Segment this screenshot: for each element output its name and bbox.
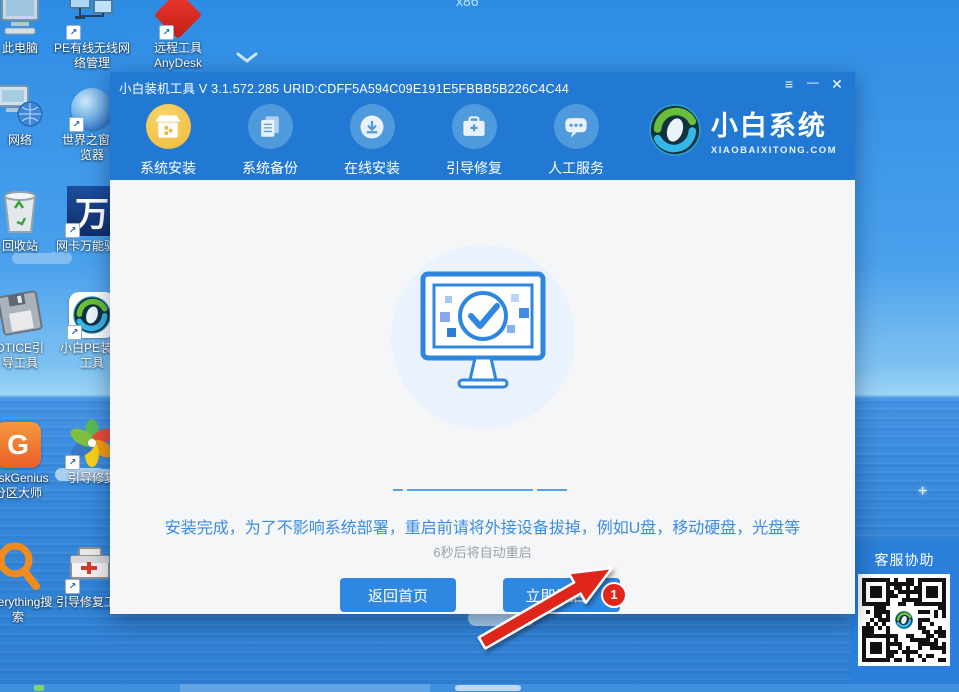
nav-tab-live-support[interactable]: 人工服务 <box>530 104 622 178</box>
xiaobai-logo-icon <box>649 104 701 156</box>
nav-tab-label: 在线安装 <box>344 158 400 178</box>
shortcut-arrow-icon: ↗ <box>65 223 80 238</box>
sparkle-shape: + <box>918 483 927 501</box>
nav-tab-label: 系统安装 <box>140 158 196 178</box>
taskbar[interactable] <box>0 684 959 692</box>
logo-subtitle: XIAOBAIXITONG.COM <box>711 145 837 156</box>
nav-tab-label: 系统备份 <box>242 158 298 178</box>
window-content: 安装完成，为了不影响系统部署，重启前请将外接设备拔掉，例如U盘，移动硬盘，光盘等… <box>110 180 855 614</box>
floppy-disk-icon <box>0 288 45 338</box>
nav-tab-online-install[interactable]: 在线安装 <box>326 104 418 178</box>
window-header: 小白装机工具 V 3.1.572.285 URID:CDFF5A594C09E1… <box>110 72 855 180</box>
minimize-icon[interactable]: — <box>803 74 823 94</box>
nav-tab-system-install[interactable]: 系统安装 <box>122 104 214 178</box>
shortcut-arrow-icon: ↗ <box>66 25 81 40</box>
magnifier-icon <box>0 542 43 592</box>
nav-tab-label: 引导修复 <box>446 158 502 178</box>
desktop-icon-label: DiskGenius 分区大师 <box>0 471 49 501</box>
taskbar-button <box>455 685 521 691</box>
download-icon <box>350 104 395 149</box>
desktop-icon-label: 此电脑 <box>2 41 38 56</box>
desktop: x86 + 此电脑 ↗ PE有线无线网 络管理 ↗ 远程工具 AnyDesk <box>0 0 959 692</box>
shortcut-arrow-icon: ↗ <box>159 25 174 40</box>
desktop-icon-label: 引导修复 <box>68 471 116 486</box>
shortcut-arrow-icon: ↗ <box>69 117 84 132</box>
ground-line <box>393 489 403 491</box>
anydesk-diamond-icon: ↗ <box>161 0 195 38</box>
monitor-check-icon <box>383 268 583 398</box>
nav-tab-system-backup[interactable]: 系统备份 <box>224 104 316 178</box>
ground-line <box>407 489 533 491</box>
desktop-icon-label: 回收站 <box>2 239 38 254</box>
desktop-icon-label: PE有线无线网 络管理 <box>54 41 130 71</box>
support-panel: 客服协助 <box>850 540 959 686</box>
desktop-icon-anydesk[interactable]: ↗ 远程工具 AnyDesk <box>136 0 220 71</box>
home-button[interactable]: 返回首页 <box>340 578 456 612</box>
qr-code <box>858 574 950 666</box>
backup-icon <box>248 104 293 149</box>
shortcut-arrow-icon: ↗ <box>67 325 82 340</box>
wallpaper-text: x86 <box>456 0 479 9</box>
title-bar: 小白装机工具 V 3.1.572.285 URID:CDFF5A594C09E1… <box>110 72 855 98</box>
logo-title: 小白系统 <box>711 104 837 143</box>
nav-tab-label: 人工服务 <box>548 158 604 178</box>
installer-window: 小白装机工具 V 3.1.572.285 URID:CDFF5A594C09E1… <box>110 72 855 614</box>
taskbar-segment <box>180 684 430 692</box>
close-icon[interactable]: ✕ <box>827 74 847 94</box>
app-logo: 小白系统 XIAOBAIXITONG.COM <box>649 104 837 156</box>
completion-message: 安装完成，为了不影响系统部署，重启前请将外接设备拔掉，例如U盘，移动硬盘，光盘等 <box>110 514 855 538</box>
desktop-icon-label: 远程工具 AnyDesk <box>154 41 202 71</box>
package-icon <box>146 104 191 149</box>
ground-line <box>537 489 567 491</box>
computer-icon <box>0 0 43 38</box>
recycle-bin-icon <box>0 186 43 236</box>
shortcut-arrow-icon: ↗ <box>65 579 80 594</box>
globe-icon: ↗ <box>71 80 113 130</box>
menu-icon[interactable]: ≡ <box>779 74 799 94</box>
network-globe-icon <box>0 80 44 130</box>
taskbar-icon <box>34 685 44 691</box>
desktop-icon-label: 网络 <box>8 133 32 148</box>
desktop-icon-label: DTICE引 导工具 <box>0 341 44 371</box>
bird-shape <box>236 52 258 64</box>
window-title: 小白装机工具 V 3.1.572.285 URID:CDFF5A594C09E1… <box>119 78 569 97</box>
desktop-icon-label: Everything搜 索 <box>0 595 52 625</box>
shortcut-arrow-icon: ↗ <box>65 455 80 470</box>
desktop-icon-pe-network[interactable]: ↗ PE有线无线网 络管理 <box>46 0 138 71</box>
nav-tab-boot-repair[interactable]: 引导修复 <box>428 104 520 178</box>
network-computers-icon: ↗ <box>68 0 116 38</box>
diskgenius-tile-icon: G <box>0 418 41 468</box>
annotation-arrow-icon <box>462 558 632 658</box>
support-label: 客服协助 <box>850 550 959 570</box>
chat-icon <box>554 104 599 149</box>
toolbox-repair-icon <box>452 104 497 149</box>
xiaobai-pe-tile-icon: ↗ <box>69 288 115 338</box>
cloud-shape <box>12 253 58 264</box>
